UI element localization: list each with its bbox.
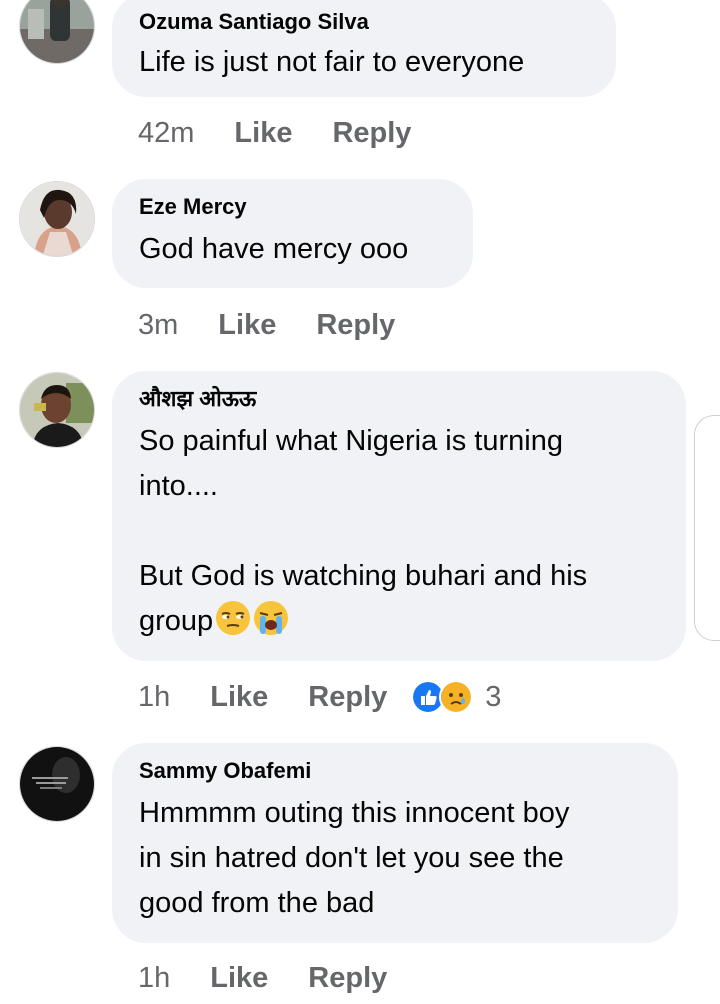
reaction-summary[interactable]: 3 [411, 680, 501, 714]
reply-button[interactable]: Reply [332, 117, 411, 150]
like-button[interactable]: Like [234, 117, 292, 150]
avatar[interactable] [19, 181, 95, 257]
comment-actions: 42m Like Reply [138, 113, 411, 153]
comment-author[interactable]: Eze Mercy [139, 193, 446, 221]
comment-author[interactable]: Sammy Obafemi [139, 757, 651, 785]
comment-author[interactable]: औशझ ओऊऊ [139, 385, 659, 413]
comment-actions: 1h Like Reply [138, 958, 387, 998]
unamused-face-emoji-icon [216, 601, 251, 635]
comment-time[interactable]: 3m [138, 309, 178, 342]
avatar[interactable] [19, 372, 95, 448]
comment-actions: 1h Like Reply 3 [138, 677, 501, 717]
profile-photo [20, 182, 94, 256]
comment-time[interactable]: 1h [138, 681, 170, 714]
reaction-count: 3 [485, 680, 502, 713]
avatar[interactable] [19, 746, 95, 822]
comment-bubble: Ozuma Santiago Silva Life is just not fa… [112, 0, 616, 97]
loudly-crying-face-emoji-icon [254, 601, 289, 635]
comment-time[interactable]: 1h [138, 962, 170, 995]
comment-text: Hmmmm outing this innocent boy in sin ha… [139, 797, 570, 919]
comment-actions: 3m Like Reply [138, 305, 395, 345]
reply-button[interactable]: Reply [316, 309, 395, 342]
comment-text: God have mercy ooo [139, 233, 409, 265]
reply-button[interactable]: Reply [308, 962, 387, 995]
profile-photo [20, 747, 94, 821]
avatar[interactable] [19, 0, 95, 64]
comment-text: Life is just not fair to everyone [139, 46, 525, 78]
reply-button[interactable]: Reply [308, 681, 387, 714]
comment-time[interactable]: 42m [138, 117, 194, 150]
like-button[interactable]: Like [210, 681, 268, 714]
comment-bubble: Sammy Obafemi Hmmmm outing this innocent… [112, 743, 678, 943]
sad-reaction-icon [439, 680, 474, 714]
like-button[interactable]: Like [218, 309, 276, 342]
comment-bubble: औशझ ओऊऊ So painful what Nigeria is turni… [112, 371, 686, 661]
side-panel-card[interactable] [694, 415, 720, 641]
comment-text-body: So painful what Nigeria is turning into.… [139, 425, 588, 637]
comment-author[interactable]: Ozuma Santiago Silva [139, 8, 589, 36]
like-button[interactable]: Like [210, 962, 268, 995]
profile-photo [20, 373, 94, 447]
profile-photo [20, 0, 94, 63]
comment-bubble: Eze Mercy God have mercy ooo [112, 179, 473, 288]
comment-text: So painful what Nigeria is turning into.… [139, 419, 659, 644]
